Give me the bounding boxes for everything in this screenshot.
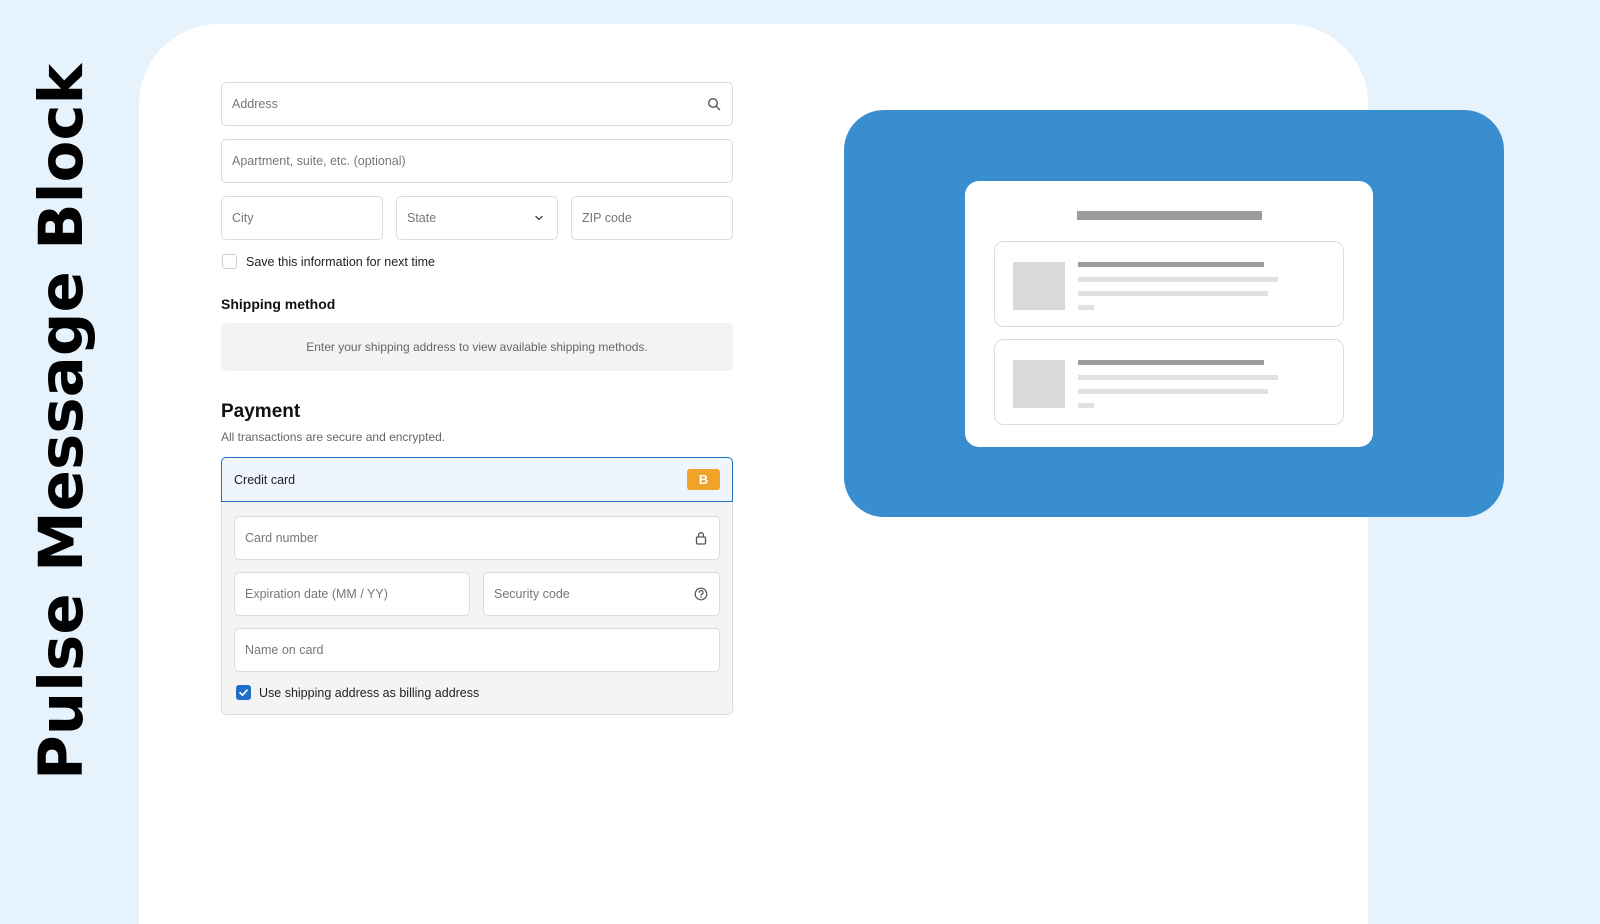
city-field[interactable]	[221, 196, 383, 240]
skeleton-title	[1077, 211, 1262, 220]
skeleton-thumbnail	[1013, 360, 1065, 408]
address-input[interactable]	[222, 83, 732, 125]
address-field[interactable]	[221, 82, 733, 126]
card-number-input[interactable]	[235, 517, 719, 559]
payment-title: Payment	[221, 401, 301, 422]
card-number-field[interactable]	[234, 516, 720, 560]
expiration-field[interactable]	[234, 572, 470, 616]
state-select-label: State	[407, 211, 437, 225]
security-code-field[interactable]	[483, 572, 720, 616]
check-icon	[239, 689, 248, 697]
skeleton-thumbnail	[1013, 262, 1065, 310]
skeleton-line	[1078, 375, 1278, 380]
skeleton-item	[994, 339, 1344, 425]
apartment-field[interactable]	[221, 139, 733, 183]
skeleton-line	[1078, 262, 1264, 267]
shipping-method-title: Shipping method	[221, 296, 336, 312]
illustration-card	[965, 181, 1373, 447]
security-code-input[interactable]	[484, 573, 719, 615]
skeleton-item	[994, 241, 1344, 327]
apartment-input[interactable]	[222, 140, 732, 182]
shipping-notice: Enter your shipping address to view avai…	[221, 323, 733, 371]
card-brand-badge: B	[687, 469, 720, 490]
save-info-label: Save this information for next time	[246, 255, 435, 269]
page-title: Pulse Message Block	[26, 63, 97, 780]
skeleton-line	[1078, 277, 1278, 282]
state-select[interactable]: State	[396, 196, 558, 240]
skeleton-line	[1078, 389, 1268, 394]
help-circle-icon[interactable]	[694, 587, 708, 601]
credit-card-option[interactable]: Credit card B	[221, 457, 733, 502]
skeleton-line	[1078, 360, 1264, 365]
lock-icon	[695, 532, 707, 545]
name-on-card-field[interactable]	[234, 628, 720, 672]
expiration-input[interactable]	[235, 573, 469, 615]
zip-input[interactable]	[572, 197, 732, 239]
payment-subtitle: All transactions are secure and encrypte…	[221, 430, 446, 444]
skeleton-line	[1078, 305, 1094, 310]
billing-address-label: Use shipping address as billing address	[259, 686, 480, 700]
skeleton-line	[1078, 291, 1268, 296]
search-icon[interactable]	[707, 97, 721, 111]
city-input[interactable]	[222, 197, 382, 239]
credit-card-label: Credit card	[234, 473, 296, 487]
billing-address-checkbox[interactable]	[236, 685, 251, 700]
name-on-card-input[interactable]	[235, 629, 719, 671]
zip-field[interactable]	[571, 196, 733, 240]
save-info-checkbox[interactable]	[222, 254, 237, 269]
chevron-down-icon	[535, 215, 543, 221]
skeleton-line	[1078, 403, 1094, 408]
